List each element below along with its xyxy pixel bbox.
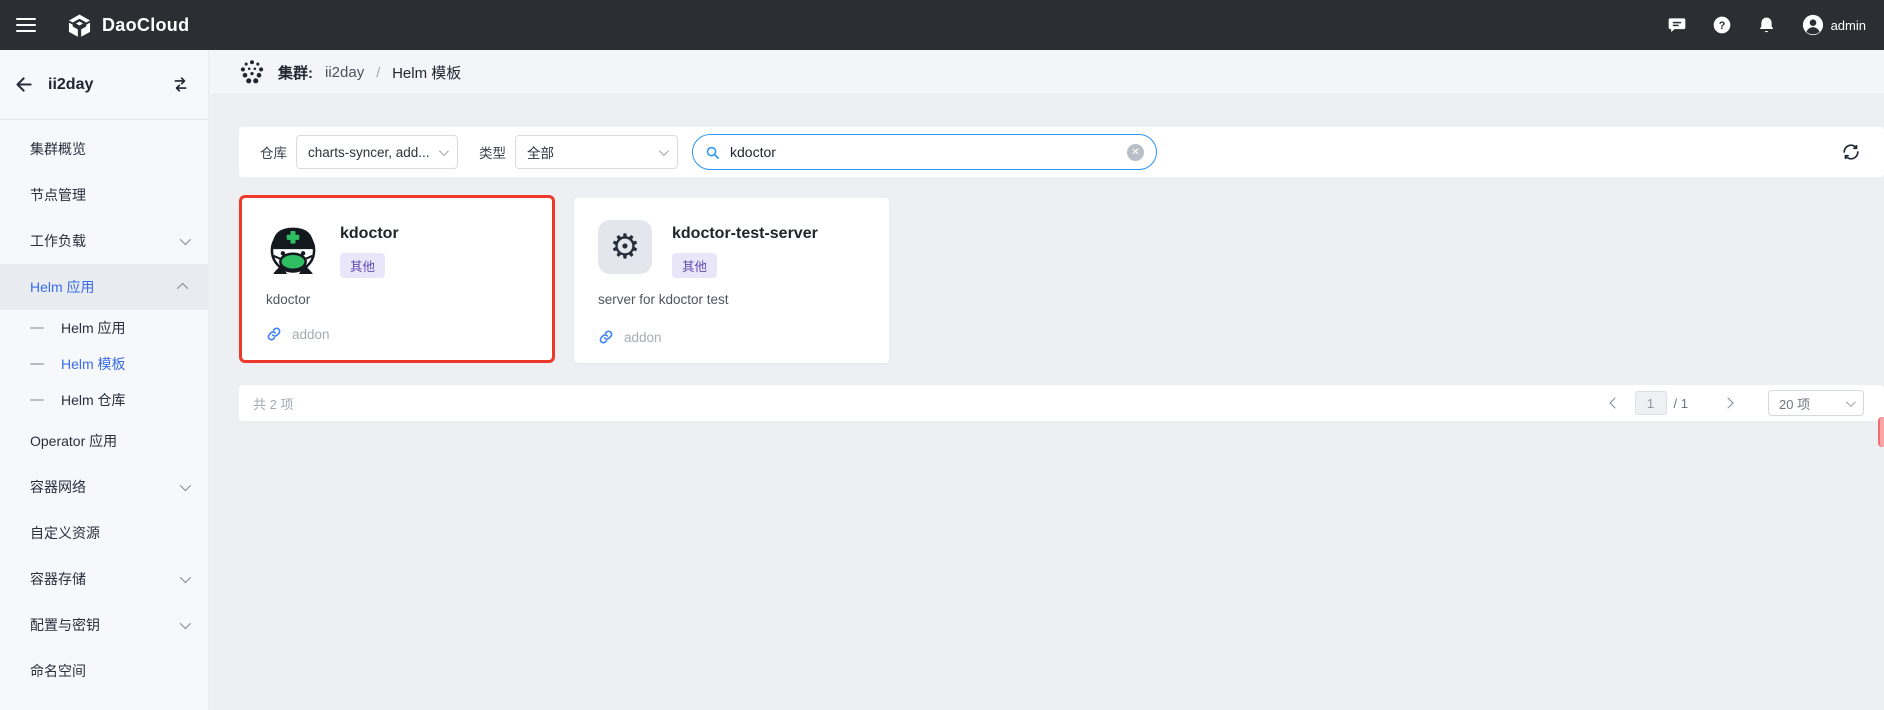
helm-card-kdoctor-test-server[interactable]: ⚙ kdoctor-test-server 其他 server for kdoc… [574, 198, 889, 363]
menu-icon[interactable] [16, 18, 36, 32]
back-arrow-icon[interactable] [14, 74, 35, 95]
svg-text:?: ? [1718, 20, 1725, 32]
sidebar-nav: 集群概览 节点管理 工作负载 Helm 应用 Helm 应用 Helm 模板 H… [0, 120, 208, 694]
kdoctor-avatar [266, 220, 320, 274]
bell-icon[interactable] [1757, 15, 1777, 35]
edge-floating-button[interactable] [1878, 417, 1884, 447]
chevron-down-icon [180, 572, 191, 583]
breadcrumb-prefix: 集群: [278, 62, 313, 83]
sidebar: ii2day 集群概览 节点管理 工作负载 Helm 应用 Helm 应用 He… [0, 50, 209, 710]
chevron-right-icon [1722, 397, 1733, 408]
chat-icon[interactable] [1667, 15, 1687, 35]
chevron-down-icon [659, 146, 669, 156]
highlight-annotation: kdoctor 其他 kdoctor addon [239, 195, 555, 363]
card-category-tag: 其他 [340, 253, 385, 278]
sidebar-subitem-helm-templates[interactable]: Helm 模板 [0, 346, 208, 382]
chevron-down-icon [1846, 397, 1856, 407]
chevron-down-icon [180, 480, 191, 491]
card-category-tag: 其他 [672, 253, 717, 278]
username: admin [1831, 18, 1866, 33]
search-input[interactable] [728, 143, 1119, 161]
gear-icon: ⚙ [610, 230, 640, 264]
topbar: DaoCloud ? [0, 0, 1884, 50]
sidebar-item-container-network[interactable]: 容器网络 [0, 464, 208, 510]
sidebar-item-operator-apps[interactable]: Operator 应用 [0, 418, 208, 464]
page-total: / 1 [1674, 396, 1688, 411]
user-menu[interactable]: admin [1802, 14, 1866, 36]
brand[interactable]: DaoCloud [66, 12, 189, 39]
switch-cluster-icon[interactable] [171, 75, 190, 94]
dash-icon [30, 399, 44, 401]
sidebar-item-config-secrets[interactable]: 配置与密钥 [0, 602, 208, 648]
topbar-actions: ? admin [1667, 14, 1866, 36]
card-description: kdoctor [242, 278, 552, 307]
type-select[interactable]: 全部 [515, 135, 678, 169]
link-icon [266, 326, 282, 342]
chevron-down-icon [439, 146, 449, 156]
breadcrumb: 集群: ii2day / Helm 模板 [210, 50, 1884, 95]
chevron-down-icon [180, 234, 191, 245]
card-repo-link[interactable]: addon [598, 329, 662, 345]
sidebar-item-node-management[interactable]: 节点管理 [0, 172, 208, 218]
breadcrumb-current: Helm 模板 [392, 62, 461, 83]
search-icon [705, 145, 720, 160]
main-area: 集群: ii2day / Helm 模板 仓库 charts-syncer, a… [210, 50, 1884, 710]
prev-page-button[interactable] [1607, 390, 1623, 416]
gear-avatar: ⚙ [598, 220, 652, 274]
chevron-down-icon [180, 618, 191, 629]
sidebar-item-cluster-overview[interactable]: 集群概览 [0, 126, 208, 172]
breadcrumb-cluster[interactable]: ii2day [325, 64, 364, 81]
total-count: 共 2 项 [253, 394, 293, 413]
chevron-left-icon [1609, 397, 1620, 408]
daocloud-logo-icon [66, 12, 93, 39]
next-page-button[interactable] [1720, 390, 1736, 416]
breadcrumb-separator: / [376, 64, 380, 80]
sidebar-subitem-helm-repos[interactable]: Helm 仓库 [0, 382, 208, 418]
card-title: kdoctor [340, 225, 399, 243]
dash-icon [30, 327, 44, 329]
sidebar-item-namespaces[interactable]: 命名空间 [0, 648, 208, 694]
sidebar-header: ii2day [0, 50, 208, 119]
card-title: kdoctor-test-server [672, 225, 818, 243]
sidebar-item-workloads[interactable]: 工作负载 [0, 218, 208, 264]
cluster-dots-icon [238, 58, 266, 86]
helm-card-kdoctor[interactable]: kdoctor 其他 kdoctor addon [242, 198, 552, 360]
search-box: ✕ [692, 134, 1157, 170]
brand-name: DaoCloud [102, 15, 189, 36]
repo-select[interactable]: charts-syncer, add... [296, 135, 458, 169]
card-repo-link[interactable]: addon [266, 326, 330, 342]
card-description: server for kdoctor test [574, 278, 889, 307]
sidebar-item-container-storage[interactable]: 容器存储 [0, 556, 208, 602]
cluster-name: ii2day [48, 76, 93, 94]
sidebar-item-helm-apps[interactable]: Helm 应用 [0, 264, 208, 310]
repo-filter-label: 仓库 [260, 142, 287, 162]
type-filter-label: 类型 [479, 142, 506, 162]
refresh-icon[interactable] [1840, 141, 1862, 163]
pagination-bar: 共 2 项 1 / 1 20 项 [239, 385, 1884, 421]
help-icon[interactable]: ? [1712, 15, 1732, 35]
user-avatar-icon [1802, 14, 1824, 36]
dash-icon [30, 363, 44, 365]
filter-bar: 仓库 charts-syncer, add... 类型 全部 ✕ [239, 127, 1884, 177]
page-number-input[interactable]: 1 [1635, 391, 1667, 415]
sidebar-subitem-helm-apps[interactable]: Helm 应用 [0, 310, 208, 346]
clear-search-icon[interactable]: ✕ [1127, 144, 1144, 161]
page-size-select[interactable]: 20 项 [1768, 390, 1864, 416]
link-icon [598, 329, 614, 345]
sidebar-item-custom-resources[interactable]: 自定义资源 [0, 510, 208, 556]
